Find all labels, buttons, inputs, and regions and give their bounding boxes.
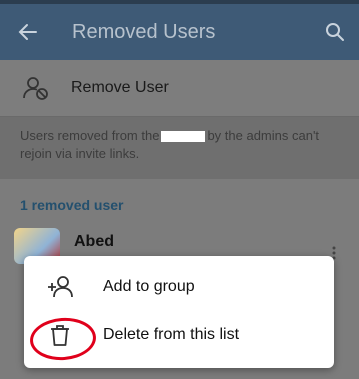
info-text: Users removed from the by the admins can'…	[20, 127, 350, 163]
arrow-left-icon	[18, 24, 37, 40]
remove-user-label: Remove User	[71, 79, 169, 96]
user-name[interactable]: Abed	[74, 233, 114, 251]
remove-user-icon	[20, 72, 52, 104]
page-title: Removed Users	[72, 20, 216, 43]
search-button[interactable]	[311, 4, 359, 60]
app-bar: Removed Users	[0, 4, 359, 60]
list-header: 1 removed user	[20, 197, 124, 213]
info-text-before: Users removed from the	[20, 128, 160, 143]
menu-item-add-to-group[interactable]: Add to group	[24, 263, 334, 311]
redacted-name	[161, 131, 206, 143]
back-button[interactable]	[0, 4, 56, 60]
menu-item-label: Add to group	[103, 278, 195, 295]
menu-item-label: Delete from this list	[103, 326, 240, 343]
info-section: Users removed from the by the admins can'…	[0, 116, 359, 179]
add-user-icon	[44, 271, 76, 303]
search-icon	[326, 23, 344, 41]
remove-user-row[interactable]: Remove User	[0, 60, 359, 116]
